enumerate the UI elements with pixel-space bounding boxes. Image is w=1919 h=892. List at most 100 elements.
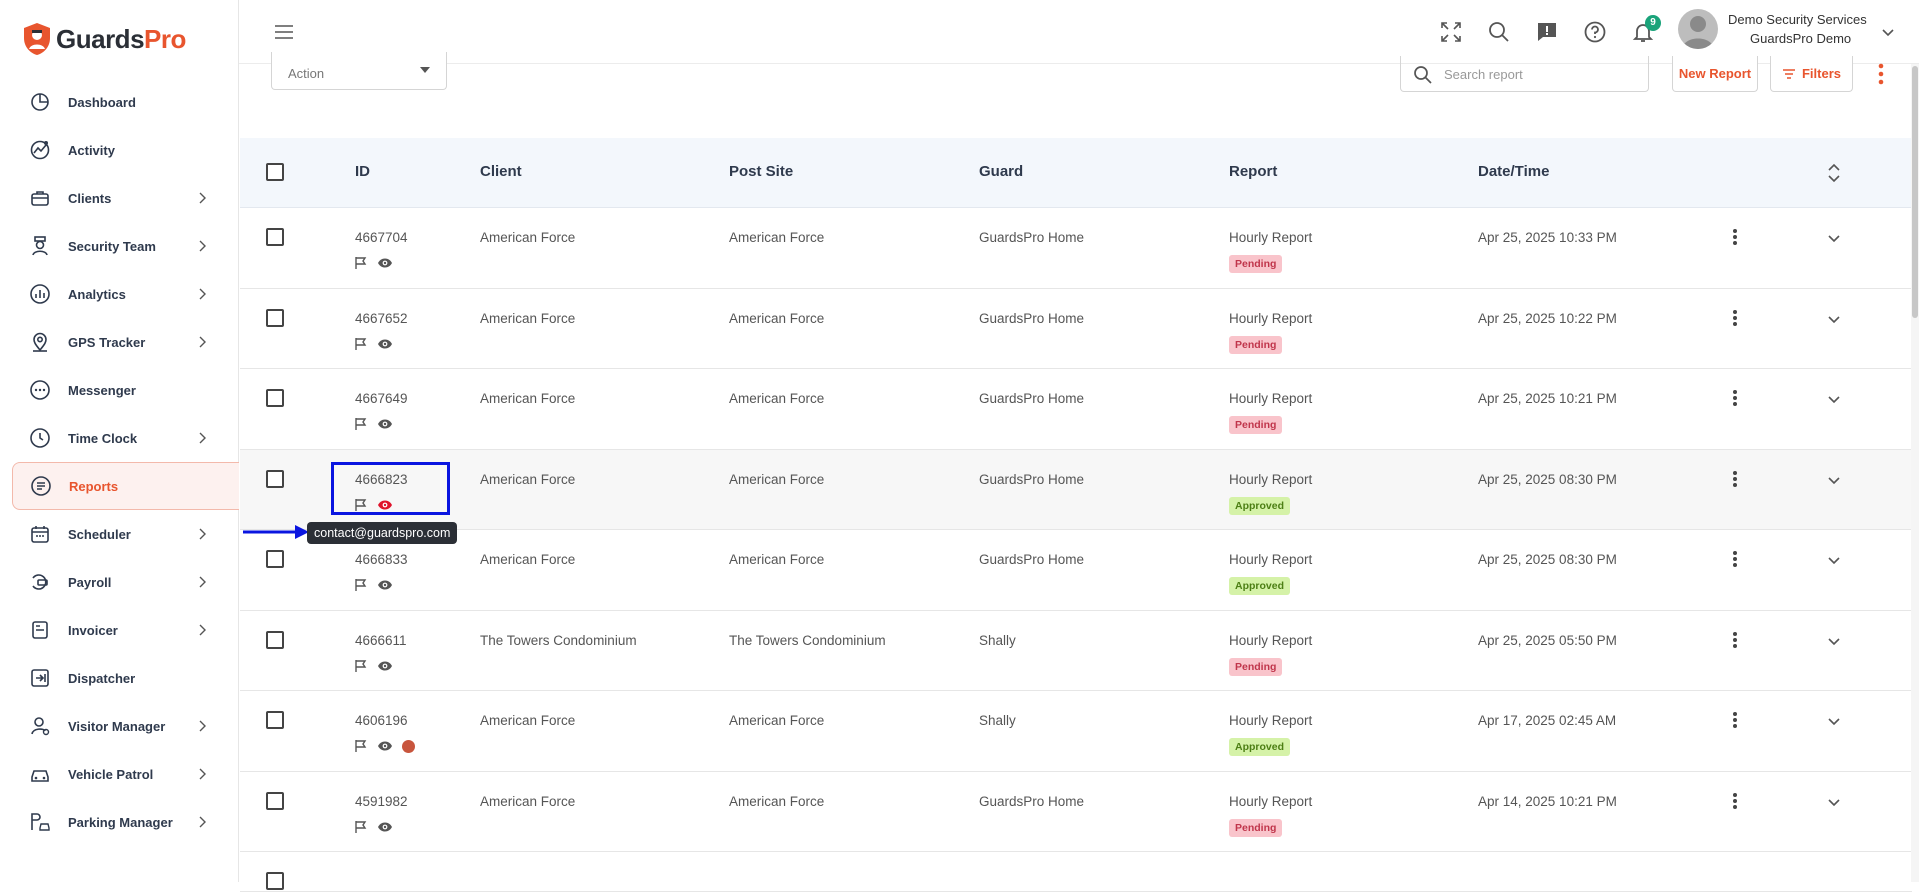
- table-row[interactable]: 4591982 American Force American Force Gu…: [240, 771, 1912, 852]
- eye-icon[interactable]: [377, 740, 393, 752]
- row-checkbox[interactable]: [266, 469, 284, 488]
- sidebar-item-vehicle-patrol[interactable]: Vehicle Patrol: [0, 750, 239, 798]
- user-name[interactable]: Demo Security Services: [1728, 12, 1867, 27]
- row-more-icon[interactable]: [1732, 711, 1738, 729]
- report-id[interactable]: 4667652: [355, 311, 408, 326]
- chevron-down-icon[interactable]: [1827, 714, 1841, 728]
- flag-icon[interactable]: [354, 659, 368, 673]
- sidebar-item-dashboard[interactable]: Dashboard: [0, 78, 239, 126]
- row-more-icon[interactable]: [1732, 792, 1738, 810]
- filters-button[interactable]: Filters: [1770, 56, 1853, 92]
- search-input[interactable]: [1444, 63, 1639, 85]
- search-icon[interactable]: [1487, 20, 1511, 44]
- hamburger-menu-icon[interactable]: [273, 21, 295, 43]
- flag-icon[interactable]: [354, 256, 368, 270]
- chevron-down-icon[interactable]: [1827, 231, 1841, 245]
- chevron-down-icon[interactable]: [1827, 553, 1841, 567]
- report-id[interactable]: 4667649: [355, 391, 408, 406]
- sidebar-item-analytics[interactable]: Analytics: [0, 270, 239, 318]
- row-checkbox[interactable]: [266, 791, 284, 810]
- scrollbar-thumb[interactable]: [1912, 66, 1918, 318]
- select-all-checkbox[interactable]: [266, 163, 284, 181]
- sidebar-item-time-clock[interactable]: Time Clock: [0, 414, 239, 462]
- row-checkbox[interactable]: [266, 630, 284, 649]
- report-id[interactable]: 4591982: [355, 794, 408, 809]
- chevron-down-icon[interactable]: [1880, 24, 1896, 40]
- column-header-id[interactable]: ID: [355, 163, 370, 180]
- row-checkbox[interactable]: [266, 550, 284, 568]
- chevron-right-icon: [199, 336, 206, 348]
- sidebar-item-scheduler[interactable]: Scheduler: [0, 510, 239, 558]
- table-row[interactable]: 4666833 American Force American Force Gu…: [240, 530, 1912, 611]
- row-checkbox[interactable]: [266, 308, 284, 327]
- report-id[interactable]: 4606196: [355, 713, 408, 728]
- row-more-icon[interactable]: [1732, 228, 1738, 246]
- chevron-down-icon[interactable]: [1827, 312, 1841, 326]
- report-id[interactable]: 4666611: [355, 633, 407, 648]
- column-header-datetime[interactable]: Date/Time: [1478, 163, 1549, 180]
- client-cell: American Force: [480, 230, 576, 245]
- eye-icon[interactable]: [377, 418, 393, 430]
- table-row[interactable]: 4667652 American Force American Force Gu…: [240, 288, 1912, 369]
- sidebar-item-parking-manager[interactable]: Parking Manager: [0, 798, 239, 846]
- fullscreen-icon[interactable]: [1439, 20, 1463, 44]
- eye-icon[interactable]: [377, 338, 393, 350]
- chevron-down-icon[interactable]: [1827, 795, 1841, 809]
- sidebar-item-clients[interactable]: Clients: [0, 174, 239, 222]
- table-row[interactable]: 4606196 American Force American Force Sh…: [240, 691, 1912, 772]
- sidebar-item-security-team[interactable]: Security Team: [0, 222, 239, 270]
- row-more-icon[interactable]: [1732, 470, 1738, 488]
- sidebar-item-dispatcher[interactable]: Dispatcher: [0, 654, 239, 702]
- eye-icon[interactable]: [377, 257, 393, 269]
- column-header-post-site[interactable]: Post Site: [729, 163, 793, 180]
- row-more-icon[interactable]: [1732, 309, 1738, 327]
- sidebar-item-visitor-manager[interactable]: Visitor Manager: [0, 702, 239, 750]
- row-more-icon[interactable]: [1732, 389, 1738, 407]
- sidebar-item-messenger[interactable]: Messenger: [0, 366, 239, 414]
- flag-icon[interactable]: [354, 417, 368, 431]
- table-row[interactable]: 4667704 American Force American Force Gu…: [240, 208, 1912, 289]
- help-icon[interactable]: [1583, 20, 1607, 44]
- sidebar-item-activity[interactable]: Activity: [0, 126, 239, 174]
- scrollbar[interactable]: [1911, 64, 1919, 882]
- sidebar-item-gps-tracker[interactable]: GPS Tracker: [0, 318, 239, 366]
- row-more-icon[interactable]: [1732, 550, 1738, 568]
- sort-icon[interactable]: [1827, 162, 1841, 184]
- row-checkbox[interactable]: [266, 711, 284, 729]
- flag-icon[interactable]: [354, 820, 368, 834]
- sidebar-item-invoicer[interactable]: Invoicer: [0, 606, 239, 654]
- row-checkbox[interactable]: [266, 389, 284, 407]
- more-options-icon[interactable]: [1873, 62, 1889, 86]
- chevron-down-icon[interactable]: [1827, 473, 1841, 487]
- user-org[interactable]: GuardsPro Demo: [1750, 31, 1851, 46]
- eye-icon[interactable]: [377, 660, 393, 672]
- column-header-client[interactable]: Client: [480, 163, 522, 180]
- chevron-down-icon[interactable]: [1827, 634, 1841, 648]
- flag-icon[interactable]: [354, 739, 368, 753]
- action-dropdown[interactable]: Action: [271, 52, 447, 90]
- eye-icon[interactable]: [377, 821, 393, 833]
- logo[interactable]: GuardsPro: [22, 22, 186, 56]
- avatar[interactable]: [1678, 9, 1718, 49]
- table-row-partial[interactable]: [240, 852, 1912, 892]
- flag-icon[interactable]: [354, 578, 368, 592]
- flag-icon[interactable]: [354, 337, 368, 351]
- feedback-icon[interactable]: [1535, 20, 1559, 44]
- table-row[interactable]: 4666611 The Towers Condominium The Tower…: [240, 610, 1912, 691]
- eye-icon[interactable]: [377, 579, 393, 591]
- chevron-down-icon[interactable]: [1827, 392, 1841, 406]
- search-report-field[interactable]: [1400, 56, 1649, 92]
- chevron-right-icon: [199, 720, 206, 732]
- report-id[interactable]: 4666833: [355, 552, 408, 567]
- table-row[interactable]: 4667649 American Force American Force Gu…: [240, 369, 1912, 450]
- column-header-guard[interactable]: Guard: [979, 163, 1023, 180]
- row-more-icon[interactable]: [1732, 631, 1738, 649]
- sidebar-item-reports[interactable]: Reports: [12, 462, 239, 510]
- table-row[interactable]: 4666823 American Force American Force Gu…: [240, 449, 1912, 530]
- report-id[interactable]: 4667704: [355, 230, 408, 245]
- row-checkbox[interactable]: [266, 872, 284, 890]
- row-checkbox[interactable]: [266, 228, 284, 246]
- column-header-report[interactable]: Report: [1229, 163, 1277, 180]
- sidebar-item-payroll[interactable]: Payroll: [0, 558, 239, 606]
- new-report-button[interactable]: New Report: [1672, 56, 1758, 92]
